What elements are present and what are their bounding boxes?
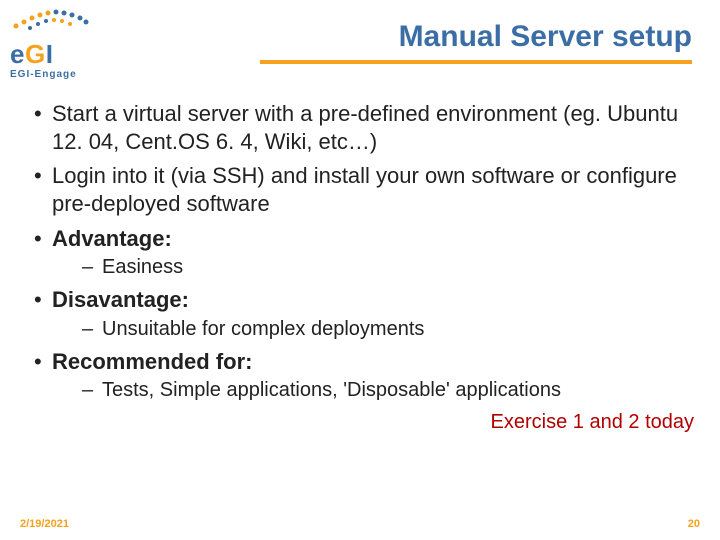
sub-text: Easiness bbox=[102, 256, 183, 278]
sub-text: Tests, Simple applications, 'Disposable'… bbox=[102, 379, 561, 401]
sub-item: Easiness bbox=[52, 255, 696, 281]
bullet-item: Start a virtual server with a pre-define… bbox=[30, 100, 696, 156]
logo-subtitle: EGI-Engage bbox=[10, 69, 120, 80]
logo-letter-e: e bbox=[10, 39, 25, 69]
bullet-item: Login into it (via SSH) and install your… bbox=[30, 162, 696, 218]
bullet-item: Disavantage: Unsuitable for complex depl… bbox=[30, 286, 696, 342]
logo-dots-icon bbox=[10, 6, 90, 34]
logo: eGI EGI-Engage bbox=[10, 6, 120, 80]
logo-letter-g: G bbox=[25, 39, 46, 69]
footer: 2/19/2021 20 bbox=[0, 518, 720, 530]
bullet-text: Start a virtual server with a pre-define… bbox=[52, 101, 678, 154]
sub-list: Tests, Simple applications, 'Disposable'… bbox=[52, 378, 696, 404]
slide-content: Start a virtual server with a pre-define… bbox=[30, 100, 696, 435]
footer-date: 2/19/2021 bbox=[20, 518, 69, 530]
sub-item: Tests, Simple applications, 'Disposable'… bbox=[52, 378, 696, 404]
slide: eGI EGI-Engage Manual Server setup Start… bbox=[0, 0, 720, 540]
sub-list: Easiness bbox=[52, 255, 696, 281]
bullet-item: Recommended for: Tests, Simple applicati… bbox=[30, 348, 696, 404]
bullet-text: Recommended for: bbox=[52, 349, 252, 374]
bullet-item: Advantage: Easiness bbox=[30, 225, 696, 281]
bullet-text: Login into it (via SSH) and install your… bbox=[52, 163, 677, 216]
bullet-text: Advantage: bbox=[52, 226, 172, 251]
footer-page: 20 bbox=[688, 518, 700, 530]
sub-list: Unsuitable for complex deployments bbox=[52, 317, 696, 343]
logo-letter-i: I bbox=[46, 39, 54, 69]
sub-item: Unsuitable for complex deployments bbox=[52, 317, 696, 343]
sub-text: Unsuitable for complex deployments bbox=[102, 318, 424, 340]
slide-title: Manual Server setup bbox=[260, 20, 692, 64]
bullet-text: Disavantage: bbox=[52, 287, 189, 312]
exercise-note: Exercise 1 and 2 today bbox=[30, 410, 696, 436]
logo-brand: eGI bbox=[10, 41, 120, 67]
bullet-list: Start a virtual server with a pre-define… bbox=[30, 100, 696, 404]
